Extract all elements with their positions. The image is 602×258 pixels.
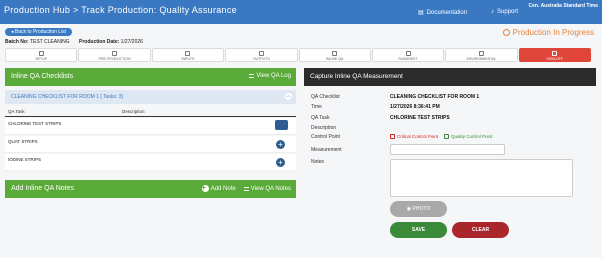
view-qa-log-button[interactable]: View QA Log	[249, 73, 291, 79]
tab-outputs[interactable]: OUTPUTS	[225, 48, 298, 62]
photo-button[interactable]: ◉ PHOTO	[390, 201, 447, 217]
tab-inputs[interactable]: INPUTS	[151, 48, 225, 62]
quality-icon	[444, 134, 449, 139]
notes-textarea[interactable]	[390, 159, 573, 197]
inline-qa-title: Inline QA Checklists	[11, 73, 74, 80]
support-icon: ♪	[491, 9, 494, 15]
notes-title: Add Inline QA Notes	[11, 185, 75, 192]
description-label: Description	[311, 125, 337, 131]
add-note-button[interactable]: + Add Note	[201, 185, 236, 192]
add-icon[interactable]: +	[276, 140, 285, 149]
view-qa-notes-button[interactable]: View QA Notes	[243, 185, 291, 192]
save-button[interactable]: SAVE	[390, 222, 447, 238]
batch-number: Batch No: TEST CLEANING	[5, 39, 70, 45]
video-icon	[258, 51, 264, 56]
qa-task-label: QA Task	[311, 115, 330, 121]
quality-control-point: Quality Control Point	[444, 134, 492, 139]
warning-icon	[478, 51, 484, 56]
support-link[interactable]: ♪ Support	[491, 9, 518, 15]
download-icon	[185, 51, 191, 56]
list-icon	[243, 186, 249, 191]
time-value: 1/27/2026 8:36:41 PM	[390, 104, 440, 110]
list-icon	[249, 74, 255, 78]
tab-pre-production[interactable]: PRE-PRODUCTION	[78, 48, 151, 62]
notes-label: Notes	[311, 159, 325, 165]
production-status: Production In Progress	[502, 28, 594, 37]
capture-header: Capture Inline QA Measurement	[304, 68, 596, 86]
clipboard-icon	[112, 51, 118, 56]
qa-checklist-label: QA Checklist	[311, 94, 340, 100]
gear-icon	[38, 51, 44, 56]
production-date: Production Date: 1/27/2026	[79, 39, 143, 45]
document-icon: ▤	[418, 10, 424, 16]
qa-checklist-value: CLEANING CHECKLIST FOR ROOM 1	[390, 94, 480, 100]
qa-task-table-header: QA Task Description	[5, 107, 296, 117]
back-to-production-list-button[interactable]: ◂ Back to Production List	[5, 28, 73, 36]
inline-qa-notes-header: Add Inline QA Notes + Add Note View QA N…	[5, 180, 296, 198]
critical-icon	[390, 134, 395, 139]
tab-sign-off[interactable]: SIGN-OFF	[518, 48, 591, 62]
documentation-link[interactable]: ▤ Documentation	[418, 9, 467, 17]
clock-icon	[405, 51, 411, 56]
gear-icon	[502, 29, 510, 36]
measurement-label: Measurement	[311, 147, 342, 153]
tab-runsheet[interactable]: RUNSHEET	[371, 48, 445, 62]
page-title: Production Hub > Track Production: Quali…	[4, 5, 237, 15]
tab-environmental[interactable]: ENVIRONMENTAL	[445, 48, 518, 62]
tab-inline-qa[interactable]: INLINE QA	[298, 48, 371, 62]
control-point-label: Control Point	[311, 134, 340, 140]
inline-qa-header: Inline QA Checklists View QA Log	[5, 68, 296, 86]
table-row[interactable]: CHLORINE TEST STRIPS	[5, 118, 296, 135]
checklist-accordion[interactable]: CLEANING CHECKLIST FOR ROOM 1 [ Tasks: 3…	[5, 90, 296, 104]
pen-icon	[552, 51, 558, 56]
measurement-input[interactable]	[390, 144, 505, 155]
open-measurement-icon[interactable]	[275, 120, 288, 130]
list-icon	[332, 51, 338, 56]
table-row[interactable]: QUAT STRIPS +	[5, 136, 296, 153]
table-row[interactable]: IODINE STRIPS +	[5, 154, 296, 171]
add-icon[interactable]: +	[276, 158, 285, 167]
qa-task-value: CHLORINE TEST STRIPS	[390, 115, 450, 121]
tab-setup[interactable]: SETUP	[5, 48, 78, 62]
top-bar: Production Hub > Track Production: Quali…	[0, 0, 602, 24]
critical-control-point: Critical Control Point	[390, 134, 438, 139]
time-label: Time	[311, 104, 322, 110]
chevron-up-icon[interactable]: ︿	[285, 93, 292, 100]
plus-icon: +	[201, 185, 209, 192]
timezone-label: Cen. Australia Standard Time	[528, 3, 598, 9]
stage-tabs: SETUP PRE-PRODUCTION INPUTS OUTPUTS INLINE Q…	[5, 48, 591, 62]
clear-button[interactable]: CLEAR	[452, 222, 509, 238]
